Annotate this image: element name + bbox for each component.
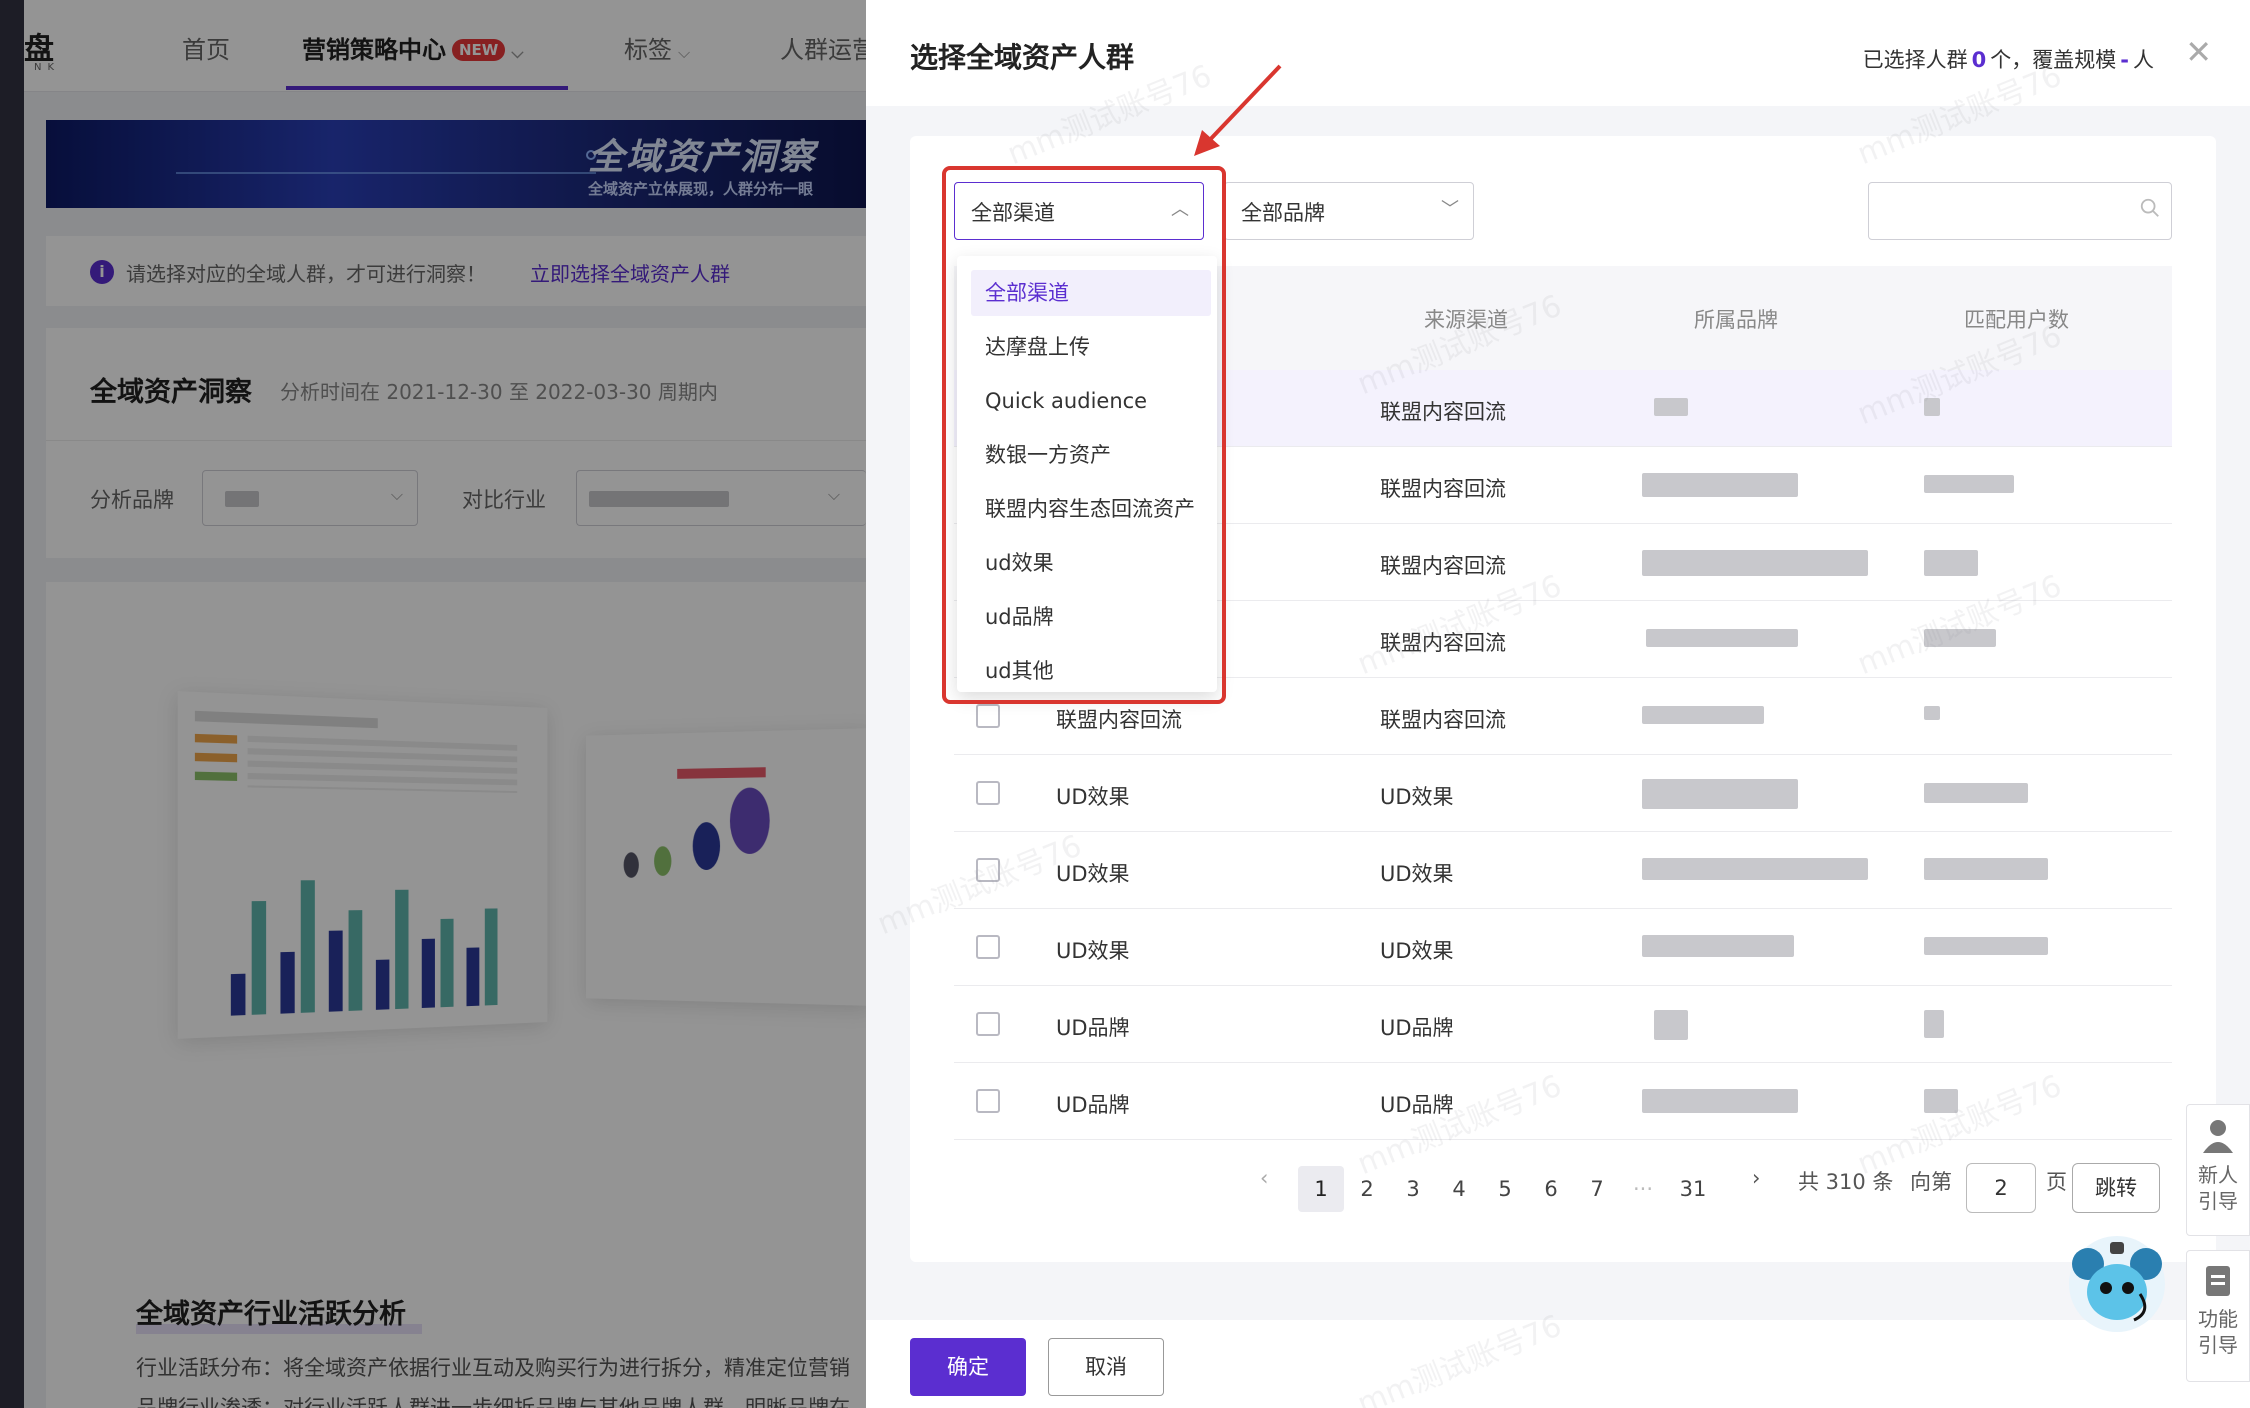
brand-select[interactable]: 全部品牌 ﹀	[1224, 182, 1474, 240]
row-source: UD效果	[1380, 862, 1454, 886]
mascot-assistant-icon[interactable]	[2062, 1224, 2172, 1334]
row-checkbox[interactable]	[976, 935, 1000, 959]
row-checkbox[interactable]	[976, 781, 1000, 805]
highlight-box	[942, 166, 1226, 704]
row-source: 联盟内容回流	[1380, 708, 1506, 732]
modal-overlay[interactable]	[24, 0, 866, 1408]
row-name: UD效果	[1056, 785, 1130, 809]
row-name: 联盟内容回流	[1056, 708, 1182, 732]
row-name: UD效果	[1056, 939, 1130, 963]
page-4[interactable]: 4	[1436, 1166, 1482, 1212]
blurred-users	[1924, 475, 2014, 493]
page-6[interactable]: 6	[1528, 1166, 1574, 1212]
row-source: 联盟内容回流	[1380, 400, 1506, 424]
user-icon	[2203, 1120, 2233, 1153]
blurred-brand	[1654, 1010, 1688, 1040]
row-checkbox[interactable]	[976, 704, 1000, 728]
summary-unit: 人	[2133, 48, 2154, 72]
coverage-scale: -	[2120, 48, 2129, 72]
blurred-users	[1924, 1010, 1944, 1038]
feature-guide-label: 功能引导	[2198, 1307, 2238, 1357]
row-source: 联盟内容回流	[1380, 477, 1506, 501]
header-brand: 所属品牌	[1694, 308, 1778, 332]
blurred-users	[1924, 858, 2048, 880]
page-7[interactable]: 7	[1574, 1166, 1620, 1212]
summary-prefix: 已选择人群	[1862, 48, 1968, 72]
document-icon	[2206, 1266, 2230, 1296]
page-3[interactable]: 3	[1390, 1166, 1436, 1212]
row-checkbox[interactable]	[976, 1012, 1000, 1036]
blurred-brand	[1642, 473, 1798, 497]
feature-guide-widget[interactable]: 功能引导	[2186, 1250, 2250, 1382]
blurred-brand	[1646, 629, 1798, 647]
goto-suffix: 页	[2046, 1170, 2067, 1194]
table-row[interactable]: UD效果 UD效果	[954, 909, 2172, 986]
table-row[interactable]: UD效果 UD效果	[954, 832, 2172, 909]
selected-count: 0	[1971, 48, 1987, 72]
blurred-users	[1924, 783, 2028, 803]
search-input[interactable]	[1868, 182, 2172, 240]
confirm-button[interactable]: 确定	[910, 1338, 1026, 1396]
row-source: UD效果	[1380, 939, 1454, 963]
page-ellipsis[interactable]: ···	[1620, 1166, 1666, 1212]
blurred-brand	[1642, 779, 1798, 809]
row-name: UD品牌	[1056, 1016, 1130, 1040]
row-source: UD效果	[1380, 785, 1454, 809]
page-31[interactable]: 31	[1670, 1166, 1716, 1212]
page-1[interactable]: 1	[1298, 1166, 1344, 1212]
row-source: 联盟内容回流	[1380, 554, 1506, 578]
chevron-down-icon: ﹀	[1441, 199, 1459, 220]
close-icon[interactable]: ✕	[2185, 36, 2212, 68]
blurred-brand	[1642, 706, 1764, 724]
row-checkbox[interactable]	[976, 1089, 1000, 1113]
blurred-brand	[1642, 550, 1868, 576]
page-5[interactable]: 5	[1482, 1166, 1528, 1212]
goto-prefix: 向第	[1910, 1170, 1952, 1194]
cancel-button[interactable]: 取消	[1048, 1338, 1164, 1396]
blurred-brand	[1642, 935, 1794, 957]
jump-button[interactable]: 跳转	[2072, 1163, 2160, 1213]
left-edge-bar	[0, 0, 24, 1408]
search-icon	[2140, 198, 2159, 217]
newbie-guide-label: 新人引导	[2198, 1163, 2238, 1213]
next-page-icon[interactable]: ›	[1752, 1166, 1760, 1190]
newbie-guide-widget[interactable]: 新人引导	[2186, 1104, 2250, 1236]
blurred-brand	[1654, 398, 1688, 416]
goto-page-input[interactable]: 2	[1966, 1163, 2036, 1213]
blurred-brand	[1642, 858, 1868, 880]
row-source: UD品牌	[1380, 1016, 1454, 1040]
drawer-title: 选择全域资产人群	[910, 41, 1135, 74]
brand-select-value: 全部品牌	[1241, 201, 1325, 225]
blurred-users	[1924, 937, 2048, 955]
blurred-users	[1924, 706, 1940, 720]
table-row[interactable]: UD效果 UD效果	[954, 755, 2172, 832]
blurred-users	[1924, 550, 1978, 576]
prev-page-icon[interactable]: ‹	[1260, 1166, 1268, 1190]
table-row[interactable]: UD品牌 UD品牌	[954, 986, 2172, 1063]
row-name: UD品牌	[1056, 1093, 1130, 1117]
blurred-brand	[1642, 1089, 1798, 1113]
